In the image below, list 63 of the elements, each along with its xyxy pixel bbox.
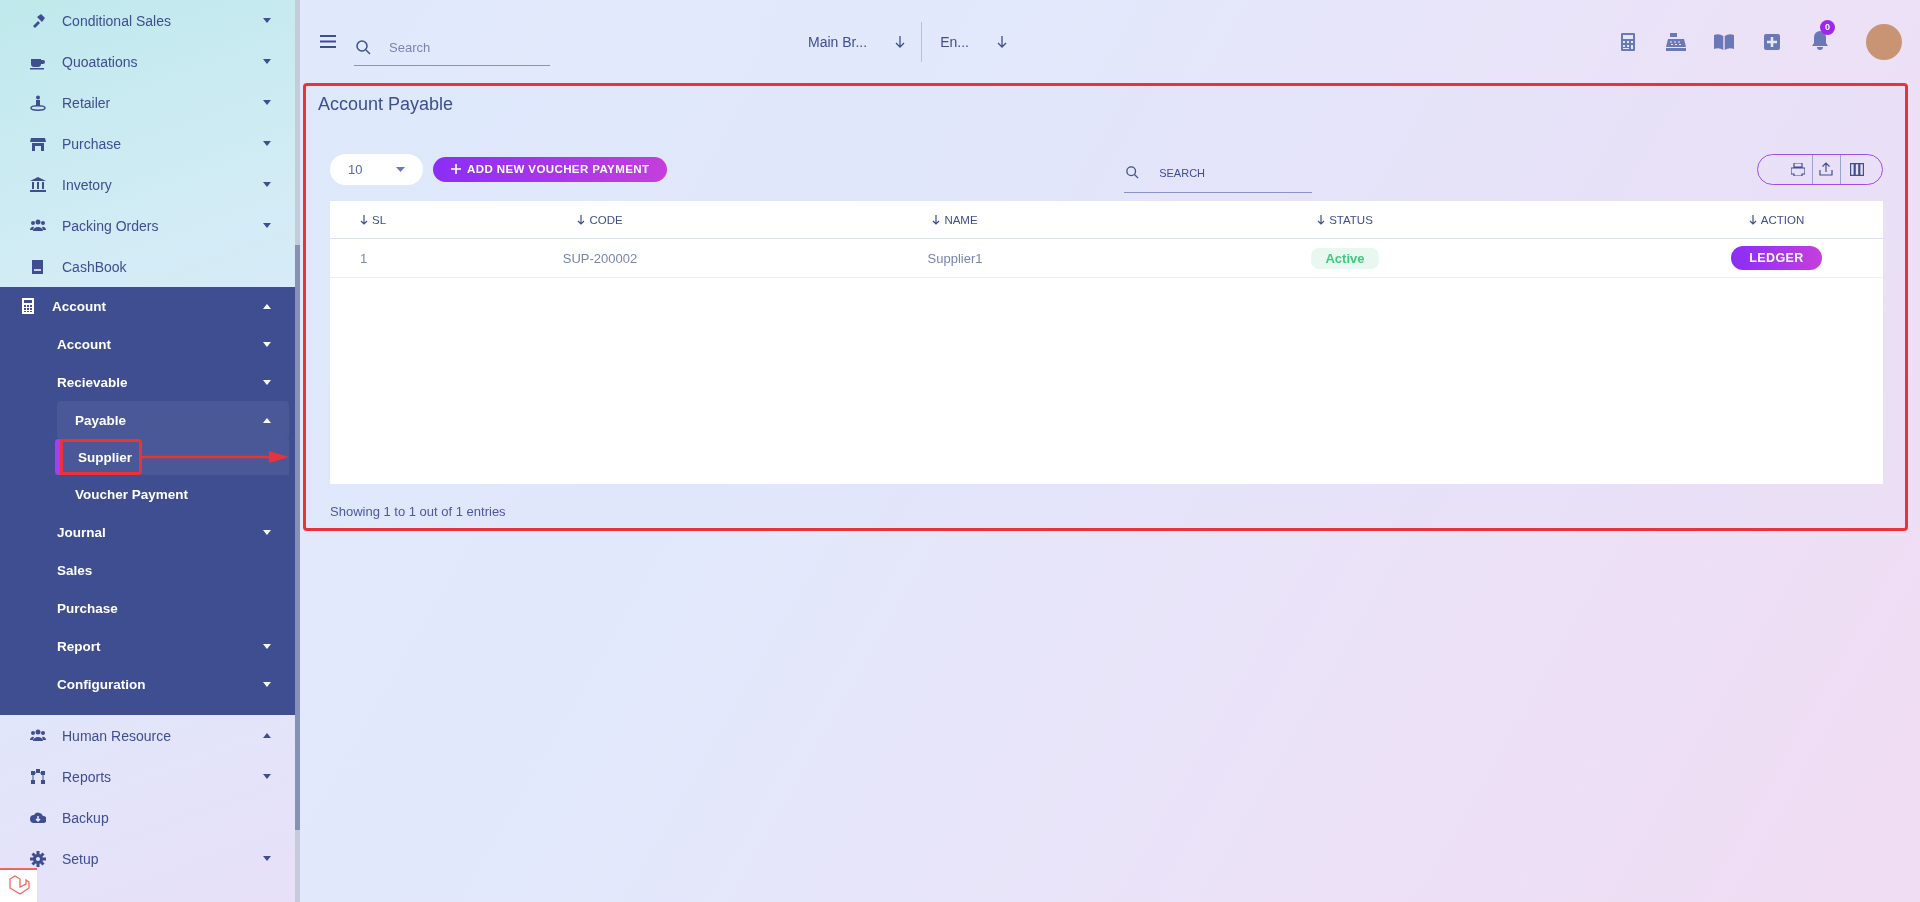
sidebar-item[interactable]: Purchase <box>0 589 295 627</box>
table-cell: Supplier1 <box>927 250 983 266</box>
entries-summary: Showing 1 to 1 out of 1 entries <box>330 504 507 519</box>
sidebar-item[interactable]: Reports <box>0 756 295 797</box>
page-size-dropdown[interactable]: 10 <box>330 153 423 185</box>
sidebar-item[interactable]: Journal <box>0 513 295 551</box>
arrow-down-icon <box>895 35 906 48</box>
column-header[interactable]: STATUS <box>1329 213 1373 226</box>
column-header[interactable]: SL <box>372 213 387 226</box>
column-header[interactable]: NAME <box>944 213 978 226</box>
sidebar-item[interactable]: Quoatations <box>0 41 295 82</box>
sidebar-item[interactable]: Supplier <box>55 439 142 475</box>
sort-arrow-icon <box>360 214 368 225</box>
page-title: Account Payable <box>318 94 455 115</box>
table-cell: 1 <box>360 250 368 266</box>
sidebar-item[interactable]: Purchase <box>0 123 295 164</box>
sidebar-item[interactable]: Account <box>0 287 295 325</box>
column-header[interactable]: CODE <box>589 213 623 226</box>
columns-icon <box>1850 162 1865 176</box>
notification-badge: 0 <box>1820 19 1835 35</box>
arrow-down-icon <box>996 35 1007 48</box>
sidebar-item[interactable]: Packing Orders <box>0 205 295 246</box>
table-cell: SUP-200002 <box>562 250 638 266</box>
search-icon <box>356 39 371 55</box>
avatar[interactable] <box>1866 23 1902 60</box>
sidebar-item[interactable]: Configuration <box>0 665 295 703</box>
add-voucher-payment-button[interactable]: ADD NEW VOUCHER PAYMENT <box>433 156 668 182</box>
cash-register-icon[interactable] <box>1666 31 1686 52</box>
language-dropdown[interactable]: En... <box>940 33 1007 50</box>
sidebar-item[interactable]: Payable <box>57 401 289 439</box>
search-field[interactable]: Search <box>387 38 521 56</box>
sidebar-item[interactable]: Setup <box>0 838 295 879</box>
bell-icon[interactable] <box>1810 29 1830 50</box>
sort-arrow-icon <box>1317 214 1326 225</box>
plus-icon <box>451 164 461 174</box>
sort-arrow-icon <box>1748 214 1757 225</box>
scrollbar[interactable] <box>295 0 300 902</box>
book-icon[interactable] <box>1714 31 1734 52</box>
plus-icon[interactable] <box>1762 31 1782 52</box>
sort-arrow-icon <box>932 214 941 225</box>
sidebar-item[interactable]: Backup <box>0 797 295 838</box>
sidebar-item[interactable]: Retailer <box>0 82 295 123</box>
caret-icon <box>396 166 405 172</box>
status-badge: Active <box>1311 247 1379 269</box>
column-header[interactable]: ACTION <box>1760 213 1805 226</box>
debug-bar-icon[interactable] <box>0 868 37 902</box>
sidebar-item[interactable]: Human Resource <box>0 715 295 756</box>
sidebar-item[interactable]: CashBook <box>0 246 295 287</box>
branch-dropdown[interactable]: Main Br... <box>808 21 923 62</box>
search-icon <box>1126 166 1140 179</box>
printer-icon <box>1791 162 1805 176</box>
sort-arrow-icon <box>577 214 586 225</box>
sidebar-item[interactable]: Account <box>0 325 295 363</box>
sidebar-item[interactable]: Voucher Payment <box>0 475 295 513</box>
upload-icon <box>1819 162 1834 176</box>
sidebar-item[interactable]: Sales <box>0 551 295 589</box>
table-search-field[interactable]: SEARCH <box>1157 165 1282 180</box>
ledger-button[interactable]: LEDGER <box>1731 246 1822 270</box>
sidebar-item[interactable]: Report <box>0 627 295 665</box>
sidebar-item[interactable]: Recievable <box>0 363 295 401</box>
sidebar-item[interactable]: Invetory <box>0 164 295 205</box>
sidebar-item[interactable]: Conditional Sales <box>0 0 295 41</box>
calculator-icon[interactable] <box>1618 31 1638 52</box>
